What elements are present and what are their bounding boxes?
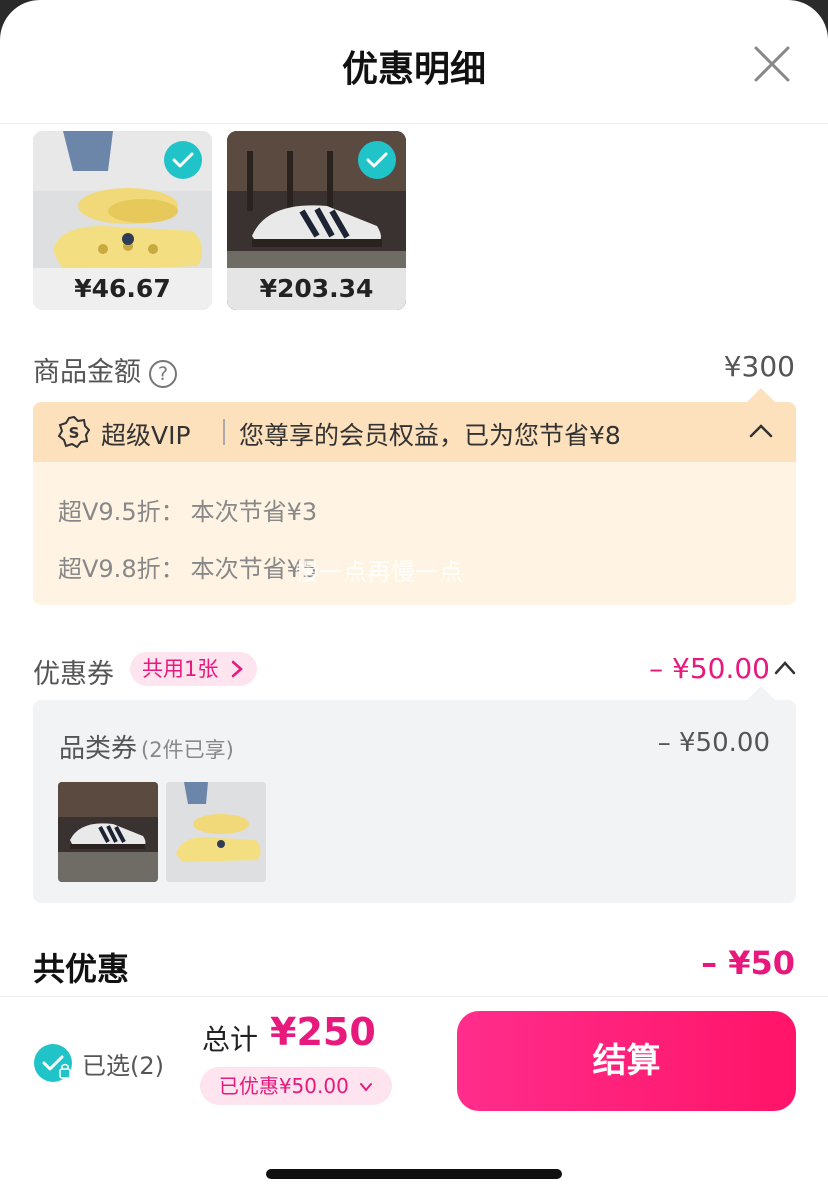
vip-header[interactable]: S 超级VIP 您尊享的会员权益，已为您节省¥8 [33,402,796,462]
vip-badge-icon: S [57,415,91,449]
coupon-label: 优惠券 [33,659,114,690]
discount-detail-sheet: 优惠明细 ¥46.67 ¥203.34 商品金额 ? ¥300 S 超级VIP … [0,0,828,1196]
chevron-down-icon [360,1083,373,1092]
coupon-item-sneaker [58,782,158,882]
watermark-text: 慢一点再慢一点 [295,558,463,586]
discount-pill[interactable]: 已优惠¥50.00 [200,1067,392,1105]
vip-pointer [746,388,776,403]
vip-discount-line: 超V9.5折： 本次节省¥3 [58,498,318,526]
close-icon[interactable] [752,44,792,84]
total-discount-label: 共优惠 [33,950,130,988]
yellow-clog-image [166,782,266,882]
chevron-up-icon[interactable] [774,661,796,675]
category-pointer [746,686,776,701]
coupon-count-chip[interactable]: 共用1张 [130,652,258,686]
goods-amount-row: 商品金额? [33,350,177,389]
total-discount-value: – ¥50 [701,944,795,982]
category-coupon-box: 品类券 (2件已享) – ¥50.00 [33,700,796,903]
product-thumb-sneaker[interactable]: ¥203.34 [227,131,406,310]
sheet-title: 优惠明细 [341,49,486,90]
product-price: ¥203.34 [227,268,406,310]
selected-check-icon[interactable] [358,141,396,179]
goods-amount-label: 商品金额 [33,357,141,388]
vip-discount-line: 超V9.8折： 本次节省¥5 [58,555,318,583]
home-indicator [266,1169,562,1179]
total-label: 总计 [202,1023,259,1056]
vip-summary: 您尊享的会员权益，已为您节省¥8 [239,421,621,450]
chevron-right-icon [231,660,243,678]
category-coupon-label: 品类券 (2件已享) [59,734,234,764]
selected-check-icon[interactable] [164,141,202,179]
sheet-header: 优惠明细 [0,0,828,124]
total-value: ¥250 [270,1010,376,1054]
product-price: ¥46.67 [33,268,212,310]
help-icon[interactable]: ? [149,359,177,388]
product-thumb-clog[interactable]: ¥46.67 [33,131,212,310]
select-all-check-icon[interactable] [34,1044,72,1082]
goods-amount-value: ¥300 [723,350,795,383]
sneaker-image [58,782,158,882]
coupon-value: – ¥50.00 [649,652,770,685]
selected-count: 已选(2) [82,1052,164,1080]
checkout-button[interactable]: 结算 [457,1011,796,1111]
svg-text:S: S [69,424,80,442]
chevron-up-icon[interactable] [749,424,773,438]
vip-badge-label: 超级VIP [101,421,191,450]
category-coupon-value: – ¥50.00 [657,728,770,758]
coupon-item-clog [166,782,266,882]
vip-divider [223,419,225,445]
